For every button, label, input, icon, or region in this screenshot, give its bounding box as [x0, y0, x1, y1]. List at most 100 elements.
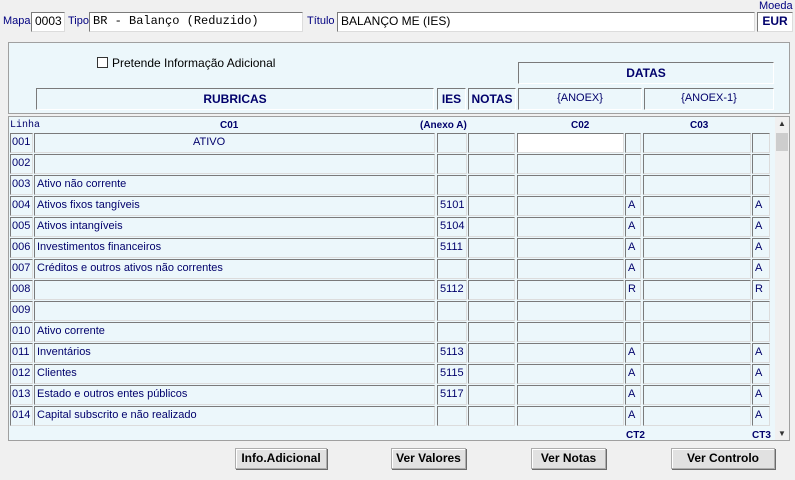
row-rubrica-cell[interactable]	[34, 280, 435, 300]
row-rubrica-cell[interactable]: Ativo corrente	[34, 322, 435, 342]
row-ct3-cell[interactable]: A	[752, 343, 770, 363]
row-notas-cell[interactable]	[468, 154, 515, 174]
row-ct3-cell[interactable]: A	[752, 238, 770, 258]
row-c03-cell[interactable]	[643, 217, 751, 237]
row-c03-cell[interactable]	[643, 385, 751, 405]
row-c02-cell[interactable]	[517, 385, 624, 405]
row-rubrica-cell[interactable]: Investimentos financeiros	[34, 238, 435, 258]
row-ct2-cell[interactable]: A	[625, 217, 641, 237]
row-c03-cell[interactable]	[643, 238, 751, 258]
row-rubrica-cell[interactable]: Ativo não corrente	[34, 175, 435, 195]
row-ct2-cell[interactable]	[625, 154, 641, 174]
row-ct2-cell[interactable]	[625, 133, 641, 153]
row-ct2-cell[interactable]: A	[625, 364, 641, 384]
row-notas-cell[interactable]	[468, 238, 515, 258]
row-rubrica-cell[interactable]: Ativos fixos tangíveis	[34, 196, 435, 216]
titulo-field[interactable]: BALANÇO ME (IES)	[337, 12, 755, 32]
row-ies-cell[interactable]: 5104	[437, 217, 467, 237]
scroll-down-arrow-icon[interactable]: ▼	[778, 429, 786, 438]
row-rubrica-cell[interactable]: ATIVO	[34, 133, 435, 153]
row-ies-cell[interactable]: 5113	[437, 343, 467, 363]
row-ct3-cell[interactable]	[752, 133, 770, 153]
row-ies-cell[interactable]: 5117	[437, 385, 467, 405]
row-ct3-cell[interactable]: A	[752, 406, 770, 426]
row-c02-cell[interactable]	[517, 280, 624, 300]
info-adicional-checkbox[interactable]	[97, 57, 108, 68]
row-ct2-cell[interactable]: A	[625, 238, 641, 258]
ver-notas-button[interactable]: Ver Notas	[531, 448, 606, 469]
row-c02-cell[interactable]	[517, 364, 624, 384]
row-ct3-cell[interactable]: A	[752, 217, 770, 237]
row-rubrica-cell[interactable]: Inventários	[34, 343, 435, 363]
row-c02-cell[interactable]	[517, 238, 624, 258]
row-notas-cell[interactable]	[468, 196, 515, 216]
row-ies-cell[interactable]	[437, 259, 467, 279]
row-ies-cell[interactable]	[437, 175, 467, 195]
row-notas-cell[interactable]	[468, 280, 515, 300]
row-c02-cell[interactable]	[517, 196, 624, 216]
row-ct3-cell[interactable]: A	[752, 196, 770, 216]
row-ct2-cell[interactable]	[625, 301, 641, 321]
row-notas-cell[interactable]	[468, 343, 515, 363]
row-ct2-cell[interactable]: A	[625, 196, 641, 216]
row-c03-cell[interactable]	[643, 364, 751, 384]
row-ct3-cell[interactable]: R	[752, 280, 770, 300]
row-c03-cell[interactable]	[643, 154, 751, 174]
row-ies-cell[interactable]	[437, 301, 467, 321]
row-rubrica-cell[interactable]	[34, 154, 435, 174]
row-notas-cell[interactable]	[468, 217, 515, 237]
scroll-up-arrow-icon[interactable]: ▲	[778, 119, 786, 128]
row-rubrica-cell[interactable]: Estado e outros entes públicos	[34, 385, 435, 405]
row-ct2-cell[interactable]: A	[625, 385, 641, 405]
row-c03-cell[interactable]	[643, 406, 751, 426]
row-rubrica-cell[interactable]: Ativos intangíveis	[34, 217, 435, 237]
row-rubrica-cell[interactable]: Clientes	[34, 364, 435, 384]
row-ies-cell[interactable]: 5112	[437, 280, 467, 300]
row-c03-cell[interactable]	[643, 259, 751, 279]
row-rubrica-cell[interactable]	[34, 301, 435, 321]
row-rubrica-cell[interactable]: Capital subscrito e não realizado	[34, 406, 435, 426]
row-notas-cell[interactable]	[468, 385, 515, 405]
row-ct2-cell[interactable]: A	[625, 259, 641, 279]
row-ct3-cell[interactable]	[752, 154, 770, 174]
row-c03-cell[interactable]	[643, 301, 751, 321]
row-c03-cell[interactable]	[643, 343, 751, 363]
scrollbar-thumb[interactable]	[776, 133, 788, 151]
row-notas-cell[interactable]	[468, 364, 515, 384]
row-ies-cell[interactable]	[437, 154, 467, 174]
row-ct3-cell[interactable]	[752, 175, 770, 195]
row-c02-cell[interactable]	[517, 154, 624, 174]
ver-valores-button[interactable]: Ver Valores	[391, 448, 466, 469]
row-c02-cell[interactable]	[517, 259, 624, 279]
row-c03-cell[interactable]	[643, 280, 751, 300]
row-notas-cell[interactable]	[468, 175, 515, 195]
vertical-scrollbar[interactable]: ▲ ▼	[775, 117, 789, 440]
row-c03-cell[interactable]	[643, 322, 751, 342]
row-ct3-cell[interactable]	[752, 301, 770, 321]
row-notas-cell[interactable]	[468, 133, 515, 153]
tipo-field[interactable]: BR - Balanço (Reduzido)	[89, 12, 303, 32]
row-c03-cell[interactable]	[643, 196, 751, 216]
row-ies-cell[interactable]	[437, 322, 467, 342]
moeda-field[interactable]: EUR	[757, 12, 793, 32]
row-c02-cell[interactable]	[517, 343, 624, 363]
row-notas-cell[interactable]	[468, 301, 515, 321]
row-notas-cell[interactable]	[468, 406, 515, 426]
info-adicional-button[interactable]: Info.Adicional	[235, 448, 327, 469]
row-c02-cell[interactable]	[517, 406, 624, 426]
row-c02-cell[interactable]	[517, 301, 624, 321]
row-ct2-cell[interactable]: A	[625, 406, 641, 426]
row-ies-cell[interactable]	[437, 406, 467, 426]
row-c02-cell[interactable]	[517, 175, 624, 195]
row-c03-cell[interactable]	[643, 175, 751, 195]
row-ct3-cell[interactable]: A	[752, 364, 770, 384]
row-rubrica-cell[interactable]: Créditos e outros ativos não correntes	[34, 259, 435, 279]
mapa-field[interactable]: 0003	[31, 12, 65, 32]
row-ies-cell[interactable]	[437, 133, 467, 153]
row-ies-cell[interactable]: 5101	[437, 196, 467, 216]
row-ies-cell[interactable]: 5111	[437, 238, 467, 258]
row-c02-cell[interactable]	[517, 217, 624, 237]
row-ct3-cell[interactable]	[752, 322, 770, 342]
row-c02-cell[interactable]	[517, 133, 624, 153]
row-ct2-cell[interactable]: R	[625, 280, 641, 300]
